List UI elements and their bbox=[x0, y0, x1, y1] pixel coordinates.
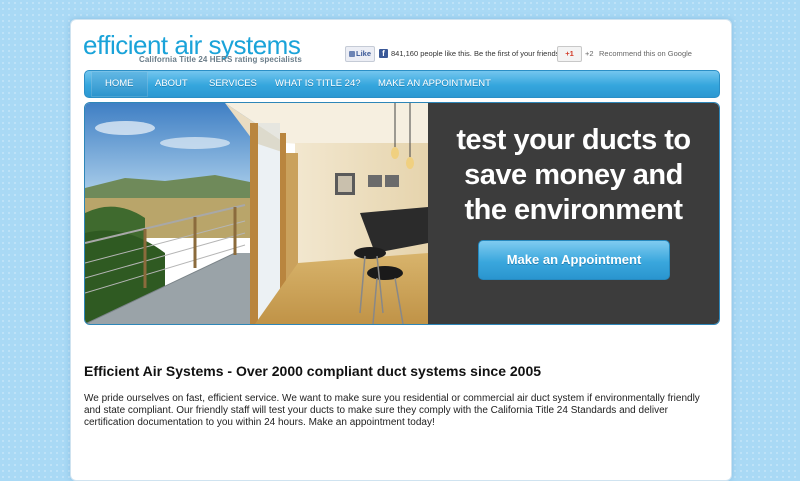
hero-photo bbox=[85, 103, 428, 324]
hero-headline: test your ducts to save money and the en… bbox=[428, 123, 719, 228]
thumbs-up-icon bbox=[348, 51, 355, 58]
facebook-like-button[interactable]: Like bbox=[345, 46, 375, 62]
facebook-like-count: 841,160 people like this. Be the first o… bbox=[391, 49, 562, 58]
content-body: We pride ourselves on fast, efficient se… bbox=[84, 393, 700, 428]
make-appointment-button[interactable]: Make an Appointment bbox=[478, 240, 670, 280]
google-plus-one-button[interactable]: +1 bbox=[557, 46, 582, 62]
facebook-like-label: Like bbox=[355, 49, 371, 58]
hero-headline-line-2: save money and bbox=[464, 159, 683, 191]
hero-panel: test your ducts to save money and the en… bbox=[428, 103, 719, 324]
nav-item-make-appointment[interactable]: MAKE AN APPOINTMENT bbox=[378, 71, 491, 97]
logo[interactable]: efficient air systems California Title 2… bbox=[83, 32, 323, 72]
main-nav: HOME ABOUT SERVICES WHAT IS TITLE 24? MA… bbox=[84, 70, 720, 98]
nav-item-home[interactable]: HOME bbox=[91, 71, 148, 97]
hero-headline-line-3: the environment bbox=[464, 194, 683, 226]
nav-item-about[interactable]: ABOUT bbox=[155, 71, 188, 97]
logo-tagline: California Title 24 HERS rating speciali… bbox=[139, 55, 302, 64]
nav-item-title-24[interactable]: WHAT IS TITLE 24? bbox=[275, 71, 361, 97]
hero-headline-line-1: test your ducts to bbox=[456, 124, 691, 156]
page-container: efficient air systems California Title 2… bbox=[70, 19, 732, 481]
facebook-icon: f bbox=[379, 49, 388, 58]
content-title: Efficient Air Systems - Over 2000 compli… bbox=[84, 363, 542, 379]
google-plus-count: +2 bbox=[585, 49, 594, 58]
google-recommend-text: Recommend this on Google bbox=[599, 49, 692, 58]
hero-banner: test your ducts to save money and the en… bbox=[84, 102, 720, 325]
nav-item-services[interactable]: SERVICES bbox=[209, 71, 257, 97]
